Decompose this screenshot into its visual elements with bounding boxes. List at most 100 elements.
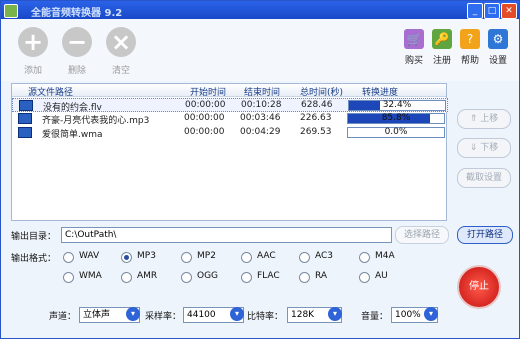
volume-label: 音量： <box>361 312 389 322</box>
crop-settings-button[interactable]: 截取设置 <box>457 168 511 188</box>
radio-dot <box>181 272 192 283</box>
sample-rate-select[interactable]: 44100 ▾ <box>183 307 244 323</box>
progress-bar: 32.4% <box>348 100 446 111</box>
radio-dot <box>121 272 132 283</box>
clear-label: 清空 <box>111 66 130 76</box>
down-icon: ⇓ <box>469 143 478 153</box>
app-icon <box>4 4 18 18</box>
bitrate-value: 128K <box>291 310 315 320</box>
add-button[interactable]: + 添加 <box>13 27 53 76</box>
channel-select[interactable]: 立体声 ▾ <box>79 307 140 323</box>
format-label: AAC <box>257 251 276 261</box>
gear-icon: ⚙ <box>488 29 508 49</box>
progress-text: 85.8% <box>381 113 411 123</box>
radio-dot <box>181 252 192 263</box>
end-time: 00:10:28 <box>241 100 282 110</box>
settings-label: 设置 <box>488 56 507 66</box>
format-label: M4A <box>375 251 395 261</box>
end-time: 00:04:29 <box>240 127 281 137</box>
audio-file-icon <box>18 113 32 124</box>
minimize-button[interactable]: _ <box>467 3 483 19</box>
col-start[interactable]: 开始时间 <box>190 85 226 98</box>
output-path-field[interactable]: C:\OutPath\ <box>61 227 392 243</box>
table-row[interactable]: 没有的约会.flv 00:00:00 00:10:28 628.46 32.4% <box>12 98 448 113</box>
help-label: 帮助 <box>460 56 479 66</box>
sample-rate-label: 采样率： <box>145 312 182 322</box>
progress-text: 32.4% <box>382 100 412 110</box>
total-seconds: 628.46 <box>301 100 333 110</box>
bitrate-select[interactable]: 128K ▾ <box>287 307 342 323</box>
file-list[interactable]: 源文件路径 开始时间 结束时间 总时间(秒) 转换进度 没有的约会.flv 00… <box>11 83 448 221</box>
volume-select[interactable]: 100% ▾ <box>391 307 438 323</box>
radio-dot <box>299 252 310 263</box>
radio-dot <box>241 272 252 283</box>
radio-dot <box>359 272 370 283</box>
format-label: WMA <box>79 271 102 281</box>
key-icon: 🔑 <box>432 29 452 49</box>
output-dir-label: 输出目录： <box>11 232 57 242</box>
sample-rate-value: 44100 <box>187 310 216 320</box>
move-up-label: 上移 <box>480 114 499 124</box>
register-label: 注册 <box>432 56 451 66</box>
toolbar: + 添加 − 删除 × 清空 🛒 购买 🔑 注册 ? 帮助 ⚙ 设置 <box>1 19 519 81</box>
select-path-button[interactable]: 选择路径 <box>395 226 449 244</box>
up-icon: ⇑ <box>469 114 478 124</box>
file-name: 齐豪-月亮代表我的心.mp3 <box>42 116 150 126</box>
col-path[interactable]: 源文件路径 <box>28 85 73 98</box>
close-button[interactable]: ✕ <box>501 3 517 19</box>
channel-value: 立体声 <box>83 310 111 320</box>
add-label: 添加 <box>23 66 42 76</box>
dropdown-icon: ▾ <box>126 307 140 321</box>
format-label: AC3 <box>315 251 334 261</box>
format-label: MP2 <box>197 251 216 261</box>
register-button[interactable]: 🔑 注册 <box>429 29 455 66</box>
move-down-button[interactable]: ⇓ 下移 <box>457 138 511 158</box>
col-progress[interactable]: 转换进度 <box>362 85 398 98</box>
format-label: OGG <box>197 271 219 281</box>
volume-value: 100% <box>395 310 421 320</box>
format-label: RA <box>315 271 328 281</box>
title-bar: 全能音频转换器 9.2 _ □ ✕ <box>1 1 519 19</box>
col-total[interactable]: 总时间(秒) <box>300 85 343 98</box>
minus-icon: − <box>62 27 92 57</box>
format-label: MP3 <box>137 251 156 261</box>
format-label: AU <box>375 271 388 281</box>
buy-button[interactable]: 🛒 购买 <box>401 29 427 66</box>
dropdown-icon: ▾ <box>230 307 244 321</box>
start-time: 00:00:00 <box>184 127 225 137</box>
window-title: 全能音频转换器 9.2 <box>31 8 123 19</box>
table-row[interactable]: 爱很简单.wma 00:00:00 00:04:29 269.53 0.0% <box>12 126 446 140</box>
radio-dot <box>121 252 132 263</box>
open-path-button[interactable]: 打开路径 <box>457 226 513 244</box>
col-end[interactable]: 结束时间 <box>244 85 280 98</box>
remove-button[interactable]: − 删除 <box>57 27 97 76</box>
cart-icon: 🛒 <box>404 29 424 49</box>
output-format-label: 输出格式： <box>11 254 57 264</box>
radio-dot <box>359 252 370 263</box>
start-time: 00:00:00 <box>185 100 226 110</box>
video-file-icon <box>19 100 33 111</box>
help-button[interactable]: ? 帮助 <box>457 29 483 66</box>
move-up-button[interactable]: ⇑ 上移 <box>457 109 511 129</box>
list-header: 源文件路径 开始时间 结束时间 总时间(秒) 转换进度 <box>12 84 446 98</box>
maximize-button[interactable]: □ <box>484 3 500 19</box>
radio-dot <box>63 252 74 263</box>
clear-button[interactable]: × 清空 <box>101 27 141 76</box>
app-window: 全能音频转换器 9.2 _ □ ✕ + 添加 − 删除 × 清空 🛒 购买 🔑 … <box>0 0 520 339</box>
radio-dot <box>299 272 310 283</box>
channel-label: 声道： <box>49 312 77 322</box>
start-time: 00:00:00 <box>184 113 225 123</box>
settings-button[interactable]: ⚙ 设置 <box>485 29 511 66</box>
format-label: FLAC <box>257 271 280 281</box>
radio-dot <box>241 252 252 263</box>
radio-dot <box>63 272 74 283</box>
table-row[interactable]: 齐豪-月亮代表我的心.mp3 00:00:00 00:03:46 226.63 … <box>12 112 446 126</box>
plus-icon: + <box>18 27 48 57</box>
progress-text: 0.0% <box>384 127 408 137</box>
dropdown-icon: ▾ <box>328 307 342 321</box>
bitrate-label: 比特率： <box>247 312 284 322</box>
format-label: AMR <box>137 271 158 281</box>
x-icon: × <box>106 27 136 57</box>
stop-button[interactable]: 停止 <box>457 265 501 309</box>
format-label: WAV <box>79 251 100 261</box>
